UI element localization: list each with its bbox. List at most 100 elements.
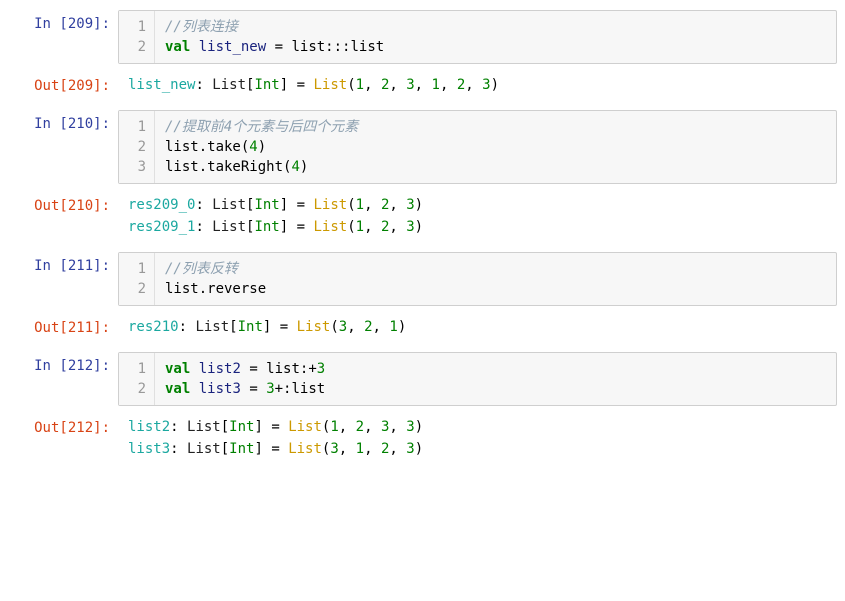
in-prompt-prefix: In	[34, 116, 59, 132]
space	[190, 39, 198, 55]
type-list: List	[187, 441, 221, 457]
type-int: Int	[229, 441, 254, 457]
comma: ,	[364, 219, 381, 235]
type-list: List	[212, 77, 246, 93]
in-prompt-212: In [212]:	[8, 352, 118, 406]
result-var: res209_1	[128, 219, 195, 235]
num: 1	[356, 219, 364, 235]
input-cell-212: In [212]: 12 val list2 = list:+3val list…	[8, 352, 837, 406]
input-cell-211: In [211]: 12 //列表反转 list.reverse	[8, 252, 837, 306]
code-input-212[interactable]: 12 val list2 = list:+3val list3 = 3+:lis…	[118, 352, 837, 406]
comma: ,	[339, 441, 356, 457]
num: 3	[266, 381, 274, 397]
in-prompt-num: [209]	[59, 16, 101, 32]
code-text: =	[241, 381, 266, 397]
line-gutter: 12	[119, 353, 155, 405]
list-fn: List	[288, 419, 322, 435]
in-prompt-209: In [209]:	[8, 10, 118, 64]
rbracket: ]	[254, 419, 262, 435]
out-prompt-num: [209]	[59, 78, 101, 94]
line-num: 1	[127, 259, 146, 279]
rbracket: ]	[280, 219, 288, 235]
num: 3	[482, 77, 490, 93]
out-prompt-209: Out[209]:	[8, 72, 118, 102]
line-num: 3	[127, 157, 146, 177]
colon: :	[102, 116, 110, 132]
line-num: 1	[127, 17, 146, 37]
comment: //列表连接	[165, 19, 238, 35]
type-int: Int	[229, 419, 254, 435]
output-cell-209: Out[209]: list_new: List[Int] = List(1, …	[8, 72, 837, 102]
code-line: //提取前4个元素与后四个元素	[165, 117, 358, 137]
comma: ,	[389, 441, 406, 457]
result-var: res210	[128, 319, 179, 335]
in-prompt-prefix: In	[34, 358, 59, 374]
lparen: (	[330, 319, 338, 335]
colon: :	[102, 420, 110, 436]
keyword-val: val	[165, 39, 190, 55]
num: 1	[389, 319, 397, 335]
list-fn: List	[313, 219, 347, 235]
code-line: list.takeRight(4)	[165, 157, 358, 177]
num: 2	[356, 419, 364, 435]
colon: :	[102, 320, 110, 336]
colon: :	[102, 16, 110, 32]
num: 2	[457, 77, 465, 93]
rparen: )	[415, 197, 423, 213]
comma: ,	[465, 77, 482, 93]
output-row: res209_1: List[Int] = List(1, 2, 3)	[128, 216, 827, 238]
list-fn: List	[288, 441, 322, 457]
result-var: list2	[128, 419, 170, 435]
code-body[interactable]: //列表连接val list_new = list:::list	[155, 11, 394, 63]
space	[190, 381, 198, 397]
comma: ,	[347, 319, 364, 335]
lparen: (	[347, 197, 355, 213]
type-list: List	[212, 197, 246, 213]
colon: :	[195, 197, 212, 213]
equals: =	[263, 419, 288, 435]
code-text: )	[300, 159, 308, 175]
in-prompt-num: [210]	[59, 116, 101, 132]
output-cell-211: Out[211]: res210: List[Int] = List(3, 2,…	[8, 314, 837, 344]
num: 2	[364, 319, 372, 335]
code-input-211[interactable]: 12 //列表反转 list.reverse	[118, 252, 837, 306]
output-cell-212: Out[212]: list2: List[Int] = List(1, 2, …	[8, 414, 837, 466]
num: 3	[406, 77, 414, 93]
code-text: = list:+	[241, 361, 317, 377]
num: 1	[356, 197, 364, 213]
num: 4	[291, 159, 299, 175]
lbracket: [	[229, 319, 237, 335]
lparen: (	[347, 77, 355, 93]
num: 3	[317, 361, 325, 377]
out-prompt-prefix: Out	[34, 420, 59, 436]
equals: =	[288, 197, 313, 213]
code-body[interactable]: val list2 = list:+3val list3 = 3+:list	[155, 353, 335, 405]
rbracket: ]	[254, 441, 262, 457]
keyword-val: val	[165, 381, 190, 397]
comment: //列表反转	[165, 261, 238, 277]
in-prompt-prefix: In	[34, 258, 59, 274]
rbracket: ]	[280, 197, 288, 213]
num: 3	[330, 441, 338, 457]
code-text: list.takeRight(	[165, 159, 291, 175]
code-text: +:list	[275, 381, 326, 397]
comma: ,	[440, 77, 457, 93]
code-input-210[interactable]: 123 //提取前4个元素与后四个元素list.take(4)list.take…	[118, 110, 837, 184]
num: 3	[406, 219, 414, 235]
in-prompt-num: [212]	[59, 358, 101, 374]
type-list: List	[187, 419, 221, 435]
code-input-209[interactable]: 12 //列表连接val list_new = list:::list	[118, 10, 837, 64]
colon: :	[170, 419, 187, 435]
code-line: list.reverse	[165, 279, 266, 299]
num: 4	[249, 139, 257, 155]
code-line: val list_new = list:::list	[165, 37, 384, 57]
in-prompt-211: In [211]:	[8, 252, 118, 306]
code-body[interactable]: //提取前4个元素与后四个元素list.take(4)list.takeRigh…	[155, 111, 368, 183]
code-body[interactable]: //列表反转 list.reverse	[155, 253, 276, 305]
out-prompt-212: Out[212]:	[8, 414, 118, 466]
output-row: res209_0: List[Int] = List(1, 2, 3)	[128, 194, 827, 216]
line-gutter: 12	[119, 253, 155, 305]
colon: :	[102, 358, 110, 374]
output-body-211: res210: List[Int] = List(3, 2, 1)	[118, 314, 837, 344]
comma: ,	[373, 319, 390, 335]
